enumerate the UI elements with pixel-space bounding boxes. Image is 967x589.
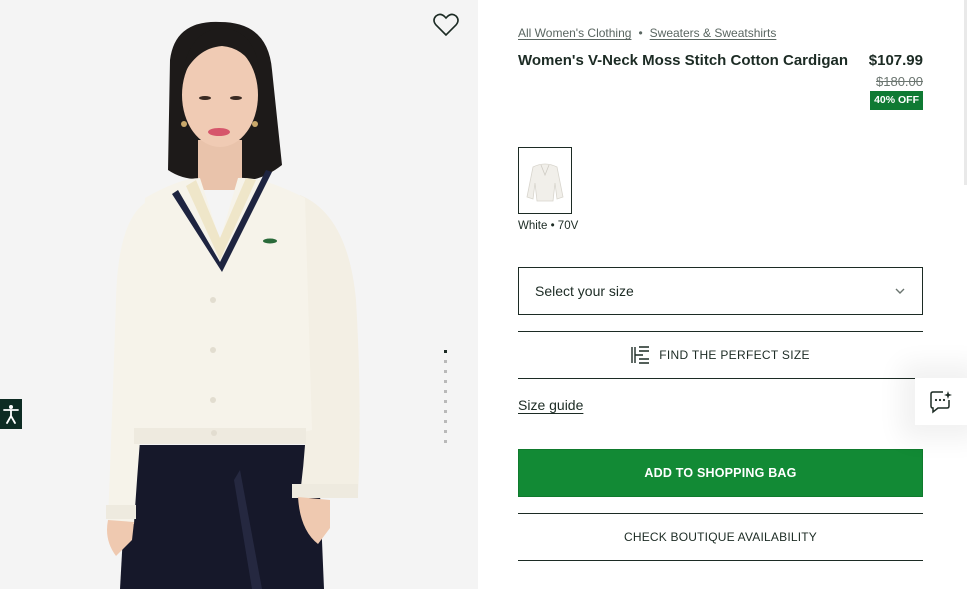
- size-guide-link[interactable]: Size guide: [518, 397, 583, 413]
- pagination-dot[interactable]: [444, 360, 447, 363]
- original-price: $180.00: [876, 74, 923, 89]
- wishlist-heart-icon[interactable]: [432, 12, 460, 38]
- pagination-dot[interactable]: [444, 370, 447, 373]
- product-title: Women's V-Neck Moss Stitch Cotton Cardig…: [518, 52, 848, 69]
- pagination-dot[interactable]: [444, 430, 447, 433]
- color-swatch-white[interactable]: [518, 147, 572, 214]
- product-image-gallery[interactable]: [0, 0, 478, 589]
- breadcrumb-link-sweaters[interactable]: Sweaters & Sweatshirts: [650, 26, 777, 40]
- check-boutique-button[interactable]: CHECK BOUTIQUE AVAILABILITY: [518, 513, 923, 561]
- size-select[interactable]: Select your size: [518, 267, 923, 315]
- chevron-down-icon: [895, 288, 905, 294]
- pagination-dot[interactable]: [444, 390, 447, 393]
- breadcrumb-link-womens-clothing[interactable]: All Women's Clothing: [518, 26, 631, 40]
- pagination-dot[interactable]: [444, 420, 447, 423]
- add-to-bag-button[interactable]: ADD TO SHOPPING BAG: [518, 449, 923, 497]
- color-label: White • 70V: [518, 220, 579, 232]
- chat-sparkle-icon: [930, 390, 952, 414]
- pagination-dot[interactable]: [444, 440, 447, 443]
- fit-finder-logo-icon: [631, 346, 650, 364]
- pagination-dot[interactable]: [444, 380, 447, 383]
- find-perfect-size-button[interactable]: FIND THE PERFECT SIZE: [518, 331, 923, 379]
- discount-badge: 40% OFF: [870, 91, 923, 110]
- pagination-dot[interactable]: [444, 400, 447, 403]
- pagination-dot[interactable]: [444, 350, 447, 353]
- accessibility-button[interactable]: [0, 399, 22, 429]
- breadcrumb: All Women's Clothing • Sweaters & Sweatshi…: [518, 26, 776, 40]
- image-pagination[interactable]: [444, 350, 448, 450]
- product-photo: [106, 21, 360, 589]
- accessibility-icon: [3, 405, 19, 424]
- current-price: $107.99: [868, 52, 923, 69]
- find-perfect-size-label: FIND THE PERFECT SIZE: [659, 348, 810, 362]
- size-select-placeholder: Select your size: [535, 283, 634, 299]
- color-swatch-thumbnail: [526, 163, 564, 201]
- breadcrumb-separator: •: [638, 26, 643, 40]
- pagination-dot[interactable]: [444, 410, 447, 413]
- chat-button[interactable]: [915, 378, 967, 425]
